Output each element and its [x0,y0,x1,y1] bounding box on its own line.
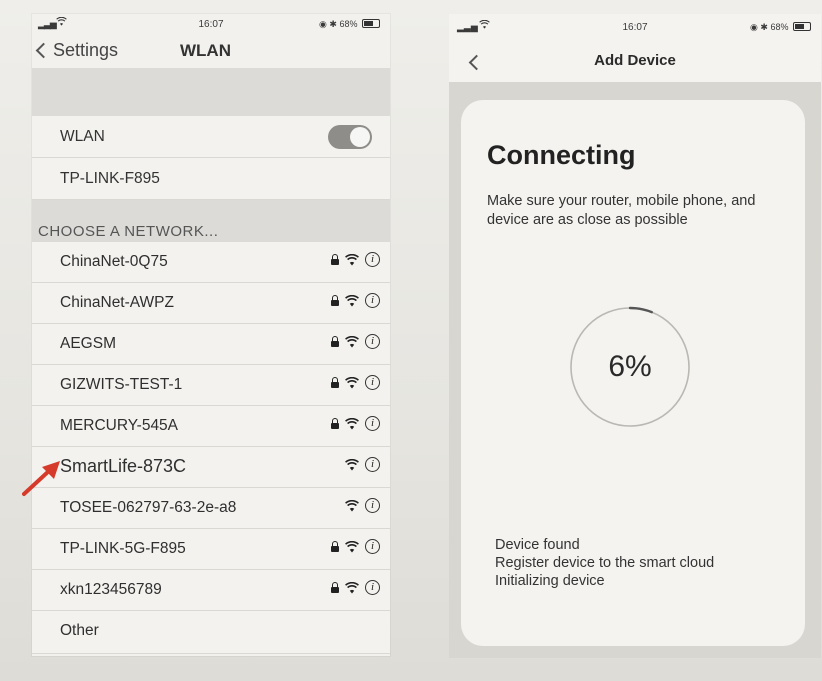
other-network-row[interactable]: Other [32,611,390,654]
battery-status: ◉ ✱ 68% [319,19,380,30]
bluetooth-icon: ✱ [329,19,337,29]
wifi-signal-icon [345,376,359,389]
progress-ring: 6% [568,305,692,429]
network-status-icons: i [331,416,380,431]
network-name: ChinaNet-0Q75 [60,253,168,270]
connecting-card: Connecting Make sure your router, mobile… [461,100,805,646]
wifi-signal-icon [345,253,359,266]
choose-network-header: CHOOSE A NETWORK... [32,200,390,242]
lock-icon [331,541,339,552]
lock-icon [331,254,339,265]
wifi-signal-icon [345,417,359,430]
battery-icon [793,22,811,31]
network-status-icons: i [331,293,380,308]
add-device-screen: ▂▃▅ 16:07 ◉ ✱ 68% Add Device Connecting … [449,14,821,658]
connected-network-name: TP-LINK-F895 [60,170,160,187]
wlan-settings-screen: ▂▃▅ 16:07 ◉ ✱ 68% Settings WLAN WLAN TP-… [32,14,390,656]
wifi-signal-icon [345,499,359,512]
battery-percent: 68% [770,22,789,32]
section-header-text: CHOOSE A NETWORK... [38,223,219,240]
network-status-icons: i [345,498,380,513]
info-icon[interactable]: i [365,498,380,513]
info-icon[interactable]: i [365,375,380,390]
chevron-left-icon [35,42,52,59]
alarm-icon: ◉ [319,19,327,29]
network-row[interactable]: SmartLife-873C i [32,447,390,488]
red-arrow-indicator [22,461,60,496]
back-to-settings-button[interactable]: Settings [35,40,119,61]
connection-steps: Device found Register device to the smar… [495,536,714,590]
network-row[interactable]: ChinaNet-AWPZ i [32,283,390,324]
info-icon[interactable]: i [365,580,380,595]
wlan-toggle-row: WLAN [32,116,390,158]
status-bar: ▂▃▅ 16:07 ◉ ✱ 68% [32,14,390,34]
wlan-label: WLAN [60,128,105,145]
info-icon[interactable]: i [365,457,380,472]
lock-icon [331,295,339,306]
step-initializing: Initializing device [495,573,605,589]
toggle-knob [350,127,370,147]
lock-icon [331,582,339,593]
network-row[interactable]: ChinaNet-0Q75 i [32,242,390,283]
network-status-icons: i [331,334,380,349]
wifi-signal-icon [345,458,359,471]
bluetooth-icon: ✱ [760,22,768,32]
battery-percent: 68% [339,19,358,29]
network-status-icons: i [331,252,380,267]
network-row[interactable]: MERCURY-545A i [32,406,390,447]
network-name: MERCURY-545A [60,417,179,434]
wifi-signal-icon [345,581,359,594]
network-status-icons: i [331,375,380,390]
network-name: xkn123456789 [60,581,162,598]
network-status-icons: i [331,539,380,554]
network-name: SmartLife-873C [60,456,187,476]
connecting-description: Make sure your router, mobile phone, and… [487,193,756,228]
lock-icon [331,418,339,429]
network-status-icons: i [331,580,380,595]
network-row[interactable]: TOSEE-062797-63-2e-a8 i [32,488,390,529]
section-spacer [32,68,390,116]
network-name: TOSEE-062797-63-2e-a8 [60,499,237,516]
navigation-bar: Settings WLAN [32,34,390,68]
network-row[interactable]: GIZWITS-TEST-1 i [32,365,390,406]
back-label: Settings [53,40,119,60]
network-name: ChinaNet-AWPZ [60,294,174,311]
network-name: TP-LINK-5G-F895 [60,540,186,557]
step-register-cloud: Register device to the smart cloud [495,555,715,571]
wlan-toggle-switch[interactable] [328,125,372,149]
lock-icon [331,377,339,388]
wifi-signal-icon [345,335,359,348]
network-row[interactable]: TP-LINK-5G-F895 i [32,529,390,570]
other-network-label: Other [60,622,99,639]
info-icon[interactable]: i [365,539,380,554]
network-name: AEGSM [60,335,116,352]
lock-icon [331,336,339,347]
progress-percent: 6% [608,350,652,383]
network-row[interactable]: AEGSM i [32,324,390,365]
connecting-heading: Connecting [487,140,636,170]
wifi-signal-icon [345,540,359,553]
info-icon[interactable]: i [365,252,380,267]
battery-icon [362,19,380,28]
alarm-icon: ◉ [750,22,758,32]
status-bar: ▂▃▅ 16:07 ◉ ✱ 68% [449,14,821,38]
navigation-bar: Add Device [449,38,821,82]
info-icon[interactable]: i [365,334,380,349]
battery-status: ◉ ✱ 68% [750,22,811,33]
wifi-signal-icon [345,294,359,307]
step-device-found: Device found [495,537,580,553]
info-icon[interactable]: i [365,293,380,308]
page-title: Add Device [594,52,676,69]
network-name: GIZWITS-TEST-1 [60,376,183,393]
info-icon[interactable]: i [365,416,380,431]
network-row[interactable]: xkn123456789 i [32,570,390,611]
network-list: ChinaNet-0Q75 i ChinaNet-AWPZ i AEGSM i GIZWIT… [32,242,390,611]
network-status-icons: i [345,457,380,472]
connected-network-row[interactable]: TP-LINK-F895 [32,158,390,200]
page-title: WLAN [180,41,231,60]
